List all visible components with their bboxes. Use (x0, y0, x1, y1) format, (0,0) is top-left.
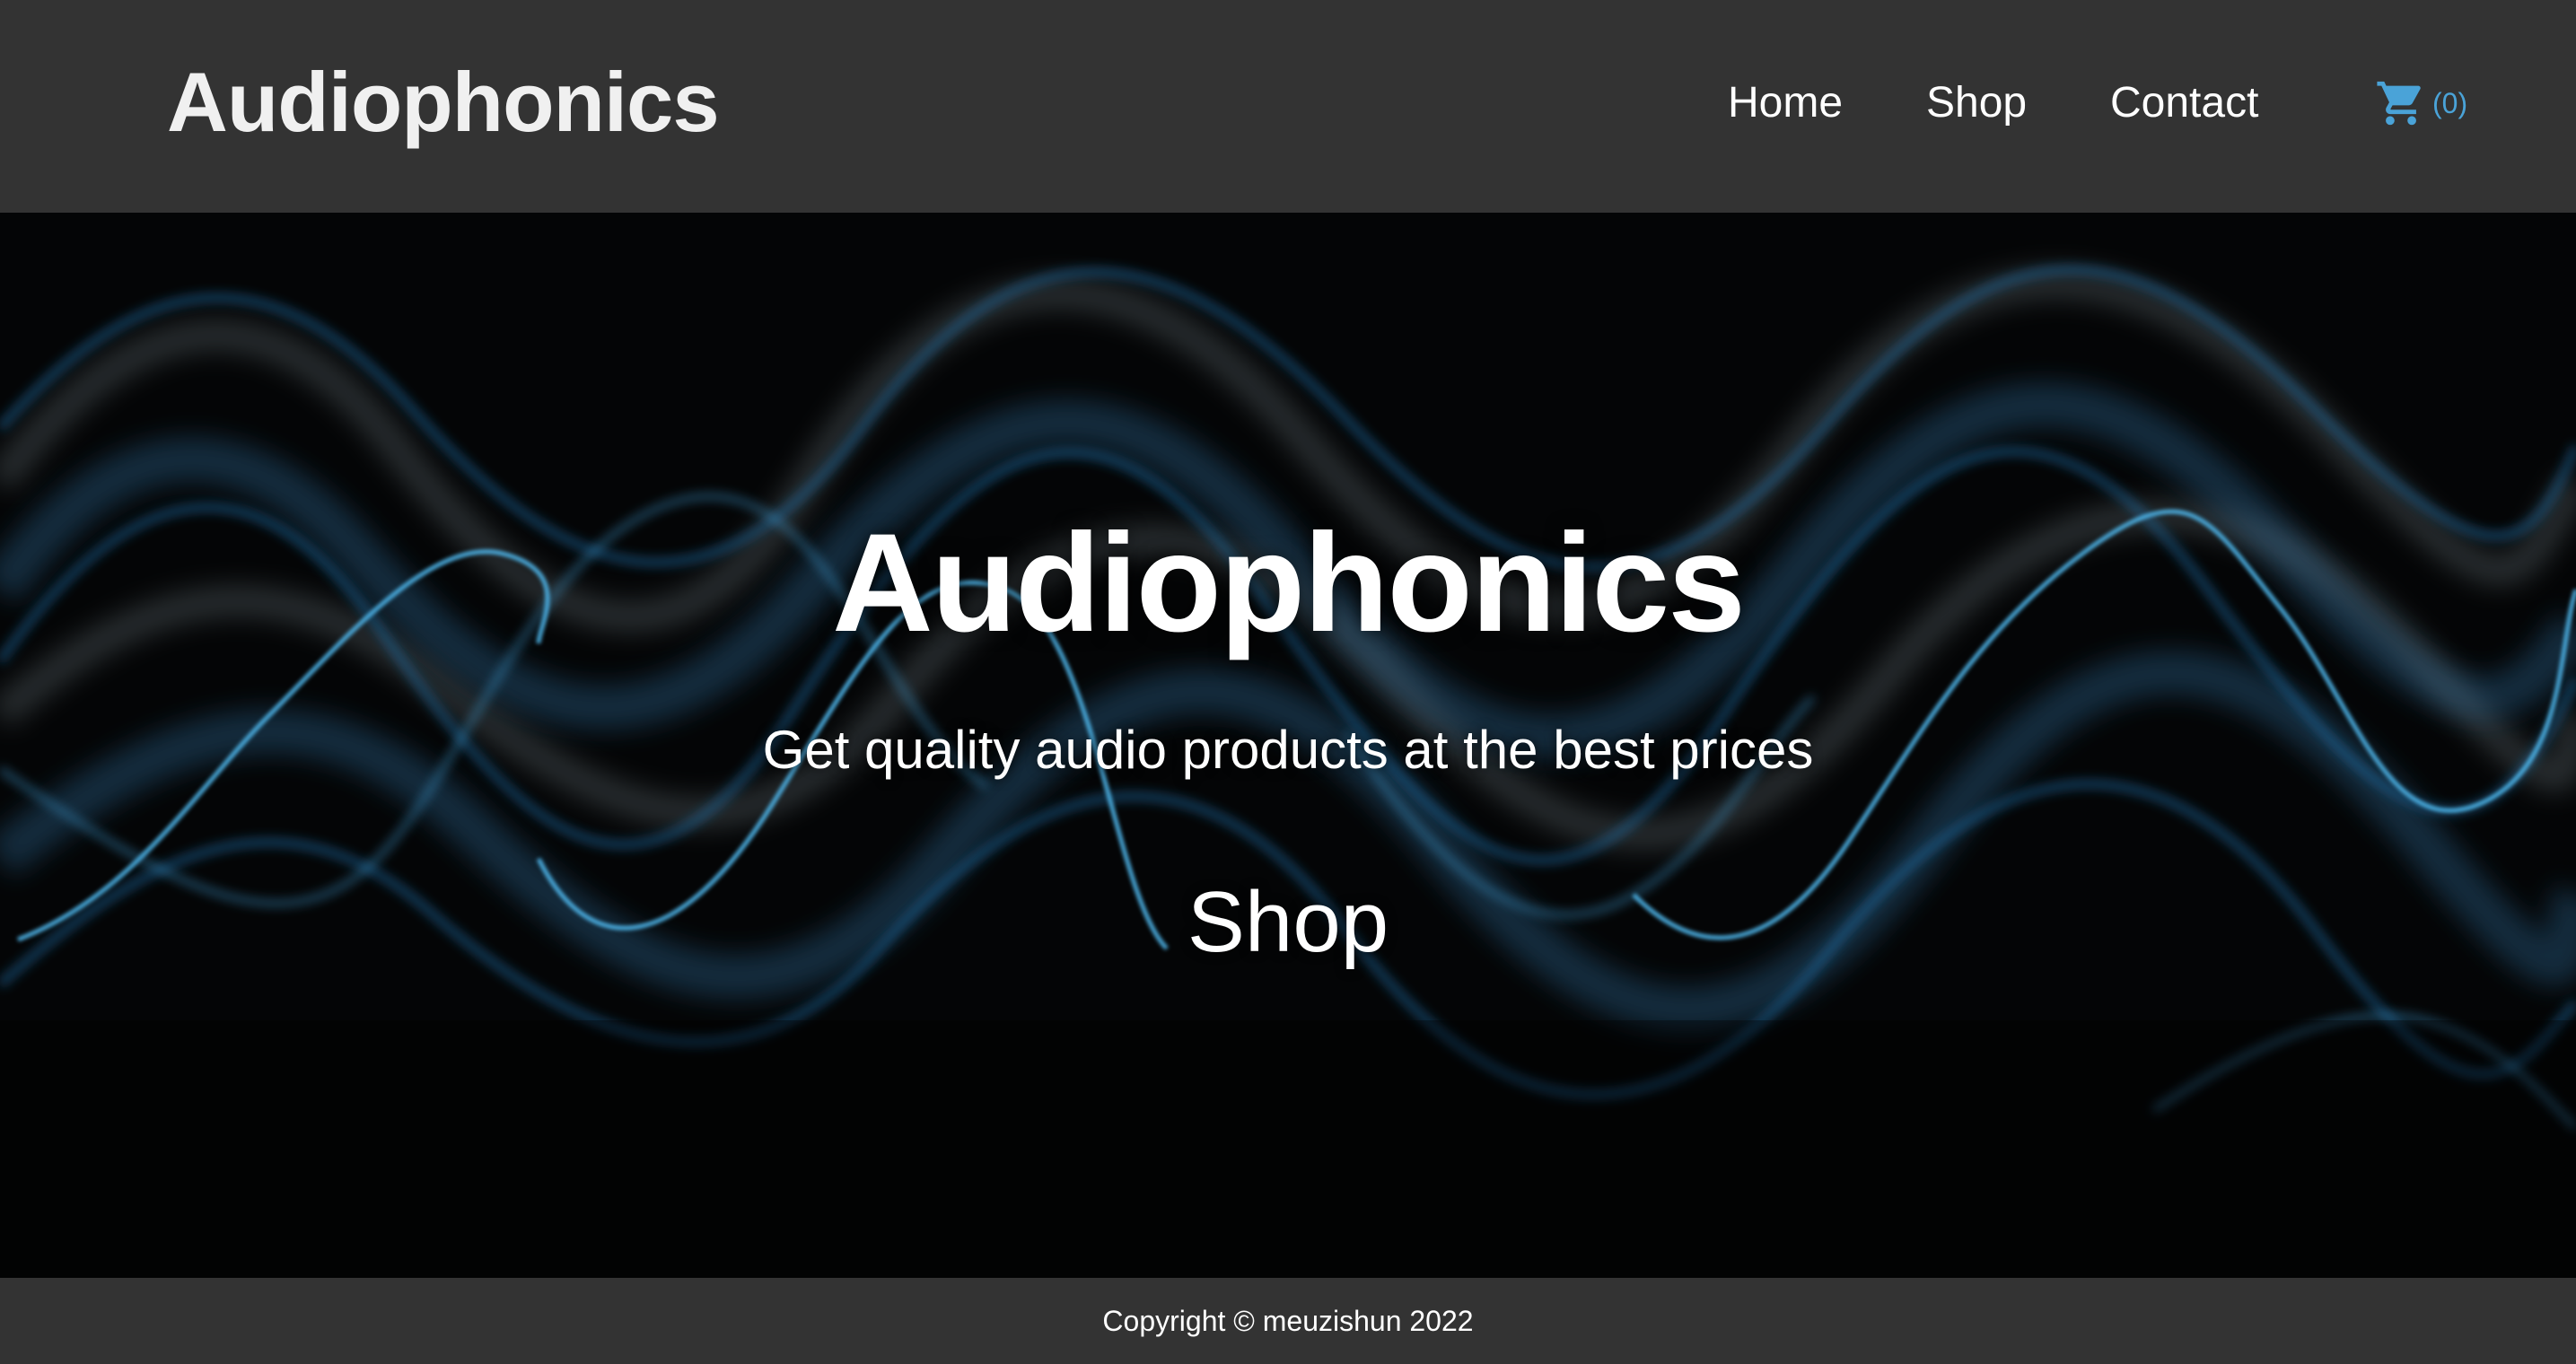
nav-home-link[interactable]: Home (1728, 77, 1843, 129)
hero-subtitle: Get quality audio products at the best p… (762, 720, 1814, 780)
copyright-text: Copyright © meuzishun 2022 (1102, 1304, 1474, 1337)
cart-button[interactable]: (0) (2373, 77, 2467, 129)
navbar: Audiophonics Home Shop Contact (0) (0, 0, 2576, 213)
nav-shop-link[interactable]: Shop (1926, 77, 2027, 129)
hero-shop-link[interactable]: Shop (1153, 870, 1423, 974)
footer: Copyright © meuzishun 2022 (0, 1278, 2576, 1364)
brand-logo[interactable]: Audiophonics (167, 52, 720, 153)
hero-banner: Audiophonics Get quality audio products … (0, 213, 2576, 1278)
nav-contact-link[interactable]: Contact (2110, 77, 2258, 129)
cart-icon (2377, 81, 2421, 126)
hero-title: Audiophonics (832, 505, 1746, 661)
cart-count: (0) (2432, 86, 2468, 119)
hero-content: Audiophonics Get quality audio products … (0, 213, 2576, 1278)
